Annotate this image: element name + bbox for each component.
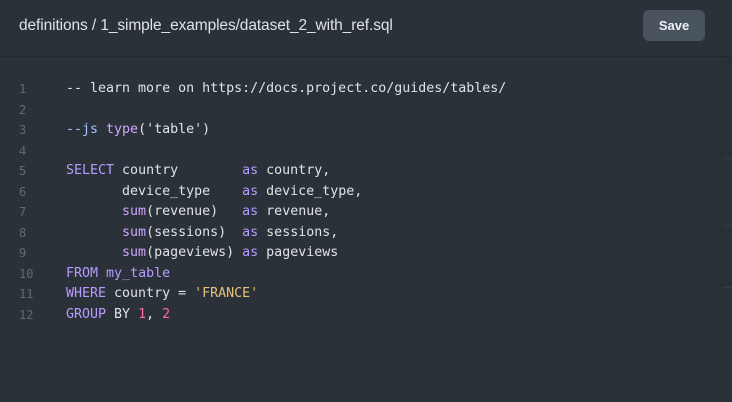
code-line[interactable]: 2 <box>0 100 722 120</box>
line-number: 4 <box>19 143 27 158</box>
code-line[interactable]: 10 FROM my_table <box>0 264 722 284</box>
code-token: 'FRANCE' <box>194 286 259 301</box>
line-number: 7 <box>19 205 27 219</box>
code-token: 1 <box>138 306 147 322</box>
line-number: 9 <box>19 246 27 260</box>
code-token: device_type, <box>258 183 363 199</box>
code-token: 2 <box>162 306 171 322</box>
scrollbar-marker <box>723 225 732 226</box>
code-token: ( <box>138 122 147 137</box>
code-text: -- learn more on https://docs.project.co… <box>66 79 506 99</box>
code-token: sessions, <box>258 224 339 240</box>
code-token: as <box>242 163 259 178</box>
line-number: 8 <box>19 225 27 240</box>
code-token: as <box>242 224 259 240</box>
code-token: , <box>146 306 163 322</box>
code-line[interactable]: 11 WHERE country = 'FRANCE' <box>0 284 722 304</box>
code-token: sum <box>122 245 147 260</box>
code-token: revenue, <box>258 204 331 219</box>
code-token: (revenue) <box>146 204 243 219</box>
code-token: (pageviews) <box>146 245 243 260</box>
line-number: 2 <box>19 102 27 117</box>
code-token: country = <box>106 286 195 301</box>
code-token: WHERE <box>66 286 107 301</box>
code-text: --js type('table') <box>66 120 210 140</box>
line-number: 1 <box>19 82 27 96</box>
code-token: SELECT <box>66 163 115 178</box>
save-button[interactable]: Save <box>643 10 705 41</box>
code-line[interactable]: 5 SELECT country as country, <box>0 161 722 181</box>
code-text: GROUP BY 1, 2 <box>66 305 170 325</box>
code-token: (sessions) <box>146 224 243 240</box>
code-text: WHERE country = 'FRANCE' <box>66 284 258 304</box>
code-line[interactable]: 9 sum(pageviews) as pageviews <box>0 243 722 263</box>
code-text: SELECT country as country, <box>66 161 330 181</box>
code-line[interactable]: 1 -- learn more on https://docs.project.c… <box>0 79 722 99</box>
code-token: --js <box>66 122 107 137</box>
code-token: GROUP <box>66 306 107 322</box>
code-token: as <box>242 245 259 260</box>
code-token: FROM <box>66 265 99 281</box>
line-number: 6 <box>19 184 27 199</box>
code-line[interactable]: 4 <box>0 141 722 161</box>
scrollbar-marker <box>723 287 732 288</box>
code-token: type <box>106 122 139 137</box>
line-number: 5 <box>19 164 27 178</box>
code-token: 'table' <box>146 122 203 137</box>
code-line[interactable]: 3 --js type('table') <box>0 120 722 140</box>
code-token: as <box>242 204 259 219</box>
code-token: my_table <box>106 265 171 281</box>
editor-scrollbar[interactable] <box>722 57 732 402</box>
code-token: sum <box>122 224 147 240</box>
code-line[interactable]: 12 GROUP BY 1, 2 <box>0 305 722 325</box>
code-token: sum <box>122 204 147 219</box>
code-line[interactable]: 6 device_type as device_type, <box>0 182 722 202</box>
code-token: pageviews <box>258 245 339 260</box>
code-token: country <box>114 163 243 178</box>
code-token: -- learn more on https://docs.project.co… <box>66 81 507 96</box>
line-number: 10 <box>19 266 34 281</box>
code-text: device_type as device_type, <box>66 182 362 202</box>
code-text: sum(sessions) as sessions, <box>66 223 338 243</box>
code-token: BY <box>106 306 139 322</box>
code-text: sum(pageviews) as pageviews <box>66 243 338 263</box>
code-token: country, <box>258 163 331 178</box>
code-text: FROM my_table <box>66 264 170 284</box>
line-number: 11 <box>19 287 34 301</box>
editor-header: definitions / 1_simple_examples/dataset_… <box>0 0 732 57</box>
line-number: 3 <box>19 123 27 137</box>
file-path-breadcrumb: definitions / 1_simple_examples/dataset_… <box>19 17 393 34</box>
code-line[interactable]: 8 sum(sessions) as sessions, <box>0 223 722 243</box>
code-line[interactable]: 7 sum(revenue) as revenue, <box>0 202 722 222</box>
code-editor[interactable]: 1 -- learn more on https://docs.project.c… <box>0 57 722 402</box>
scrollbar-marker <box>723 158 732 159</box>
code-token: as <box>242 183 259 199</box>
code-token: device_type <box>66 183 243 199</box>
line-number: 12 <box>19 307 34 322</box>
code-token: ) <box>202 122 211 137</box>
code-text: sum(revenue) as revenue, <box>66 202 330 222</box>
